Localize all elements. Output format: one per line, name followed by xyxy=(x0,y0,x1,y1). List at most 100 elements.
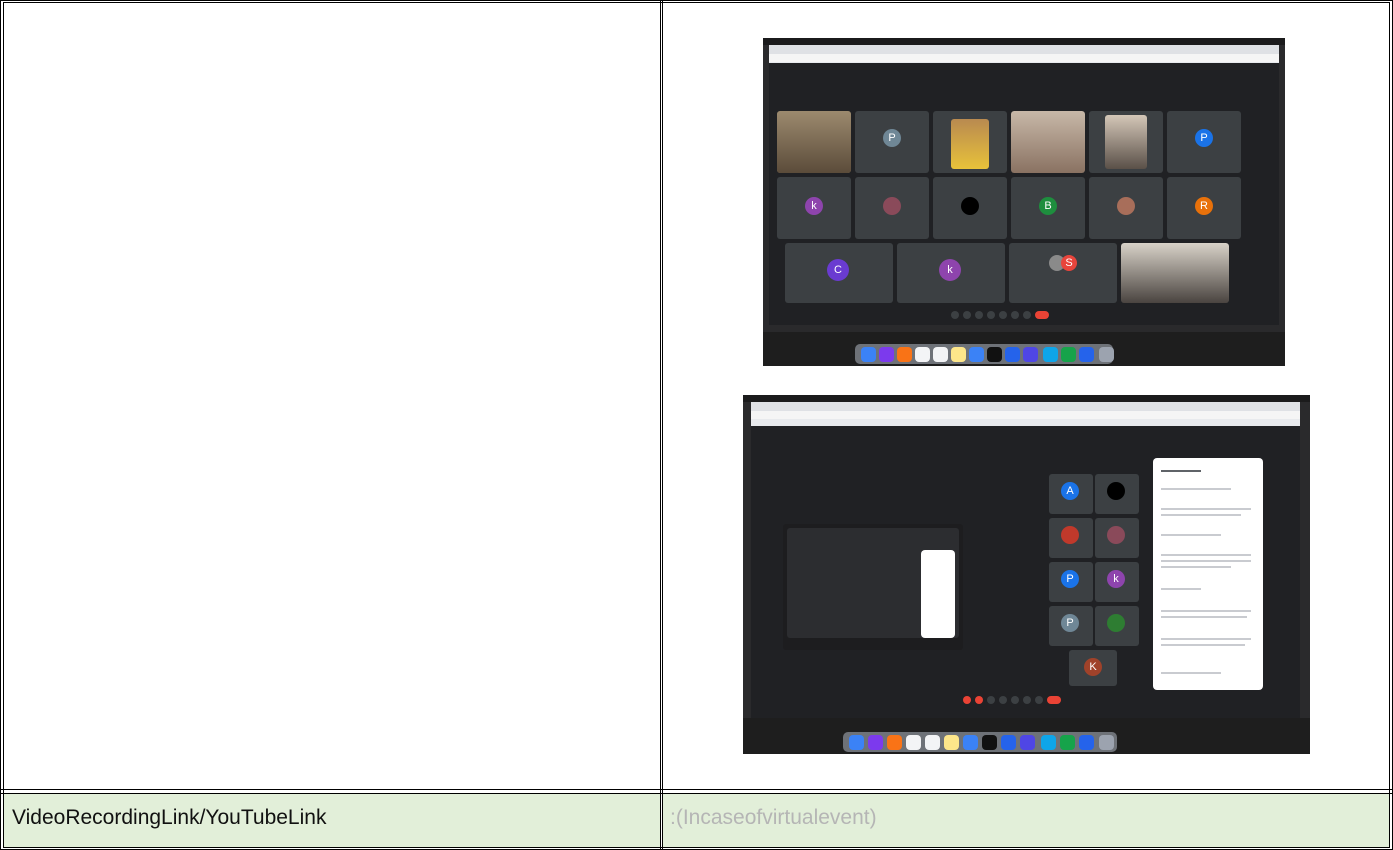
emoji-button xyxy=(999,696,1007,704)
participant-tile: B xyxy=(1011,177,1085,239)
chat-panel xyxy=(1153,458,1263,690)
chat-line xyxy=(1161,488,1231,490)
chat-line xyxy=(1161,616,1247,618)
avatar xyxy=(1107,526,1125,544)
more-options-button xyxy=(1035,696,1043,704)
participant-video xyxy=(1011,111,1085,173)
mac-dock xyxy=(743,718,1310,754)
participant-tile: K xyxy=(1069,650,1117,686)
participant-tile xyxy=(855,177,929,239)
avatar: S xyxy=(1061,255,1077,271)
reminders-icon xyxy=(925,735,940,750)
captions-button xyxy=(975,311,983,319)
avatar: P xyxy=(883,129,901,147)
avatar xyxy=(1061,526,1079,544)
participant-tile: k xyxy=(897,243,1005,303)
meeting-with-chat-screenshot: A P k P K xyxy=(743,395,1310,754)
avatar xyxy=(883,197,901,215)
finder-icon xyxy=(861,347,876,362)
participant-tile: C xyxy=(785,243,893,303)
calendar-icon xyxy=(906,735,921,750)
participant-tile: S xyxy=(1009,243,1117,303)
participant-video xyxy=(1105,115,1147,169)
camera-button xyxy=(975,696,983,704)
trash-icon xyxy=(1099,347,1114,362)
reminders-icon xyxy=(933,347,948,362)
chrome-icon xyxy=(887,735,902,750)
participant-tile xyxy=(777,111,851,173)
trash-icon xyxy=(1099,735,1114,750)
present-button xyxy=(1011,696,1019,704)
participant-tile xyxy=(1011,111,1085,173)
avatar: k xyxy=(939,259,961,281)
chat-line xyxy=(1161,610,1251,612)
mic-button xyxy=(963,696,971,704)
browser-tabs xyxy=(751,402,1300,411)
participant-tile: P xyxy=(1049,606,1093,646)
calendar-icon xyxy=(915,347,930,362)
participant-tile: A xyxy=(1049,474,1093,514)
shared-chat xyxy=(921,550,955,638)
participant-tile xyxy=(1095,606,1139,646)
word-icon xyxy=(1079,347,1094,362)
notes-icon xyxy=(944,735,959,750)
leave-call-button xyxy=(1047,696,1061,704)
mac-menubar xyxy=(743,395,1310,402)
avatar: C xyxy=(827,259,849,281)
teams-icon xyxy=(1023,347,1038,362)
tv-icon xyxy=(987,347,1002,362)
meet-area: P P k B R C k S xyxy=(769,63,1279,325)
captions-button xyxy=(987,696,995,704)
chat-line xyxy=(1161,566,1231,568)
chrome-icon xyxy=(1060,735,1075,750)
participant-tile: P xyxy=(855,111,929,173)
outlook-icon xyxy=(1041,735,1056,750)
avatar xyxy=(1107,614,1125,632)
leave-call-button xyxy=(1035,311,1049,319)
participant-tile xyxy=(933,177,1007,239)
document-table: VideoRecordingLink/YouTubeLink :(Incaseo… xyxy=(0,0,1393,850)
chat-input xyxy=(1161,672,1221,674)
emoji-button xyxy=(987,311,995,319)
participant-tile xyxy=(933,111,1007,173)
photos-icon xyxy=(969,347,984,362)
outlook-icon xyxy=(1043,347,1058,362)
tv-icon xyxy=(982,735,997,750)
avatar xyxy=(961,197,979,215)
chat-line xyxy=(1161,514,1241,516)
launchpad-icon xyxy=(879,347,894,362)
chrome-icon xyxy=(897,347,912,362)
notes-icon xyxy=(951,347,966,362)
participant-tile xyxy=(1089,111,1163,173)
word-icon xyxy=(1079,735,1094,750)
participant-video xyxy=(951,119,989,169)
address-bar xyxy=(751,411,1300,419)
teams-icon xyxy=(1020,735,1035,750)
app-store-icon xyxy=(1001,735,1016,750)
avatar: k xyxy=(805,197,823,215)
chat-line xyxy=(1161,508,1251,510)
participant-tile: P xyxy=(1049,562,1093,602)
video-link-label: VideoRecordingLink/YouTubeLink xyxy=(12,806,327,829)
chat-line xyxy=(1161,638,1251,640)
participant-tile xyxy=(1049,518,1093,558)
dock-background xyxy=(843,732,1117,752)
mac-dock xyxy=(763,332,1285,366)
participant-video xyxy=(1121,243,1229,303)
participant-tile xyxy=(1095,474,1139,514)
avatar xyxy=(1117,197,1135,215)
chat-line xyxy=(1161,534,1221,536)
finder-icon xyxy=(849,735,864,750)
photos-icon xyxy=(963,735,978,750)
column-divider xyxy=(660,0,663,850)
avatar: P xyxy=(1061,570,1079,588)
avatar: K xyxy=(1084,658,1102,676)
participant-tile: k xyxy=(1095,562,1139,602)
avatar: R xyxy=(1195,197,1213,215)
presented-screen xyxy=(783,524,963,650)
present-button xyxy=(999,311,1007,319)
chat-line xyxy=(1161,644,1245,646)
meet-area: A P k P K xyxy=(751,426,1300,718)
participant-video xyxy=(777,111,851,173)
avatar: P xyxy=(1061,614,1079,632)
